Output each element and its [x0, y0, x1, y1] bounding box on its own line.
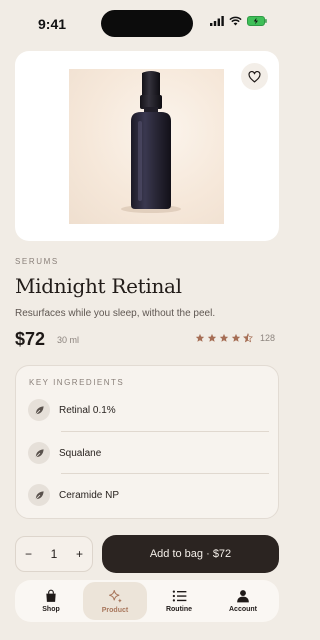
battery-icon [247, 16, 267, 26]
tab-shop[interactable]: Shop [19, 582, 83, 620]
status-time: 9:41 [38, 16, 67, 32]
tab-product[interactable]: Product [83, 582, 147, 620]
divider [61, 473, 269, 474]
product-image [69, 69, 224, 224]
star-icon [231, 333, 241, 342]
heart-icon [248, 70, 261, 82]
status-icons [210, 16, 267, 26]
wifi-icon [229, 16, 242, 26]
ingredient-label: Retinal 0.1% [59, 404, 116, 416]
tab-label: Shop [42, 606, 60, 613]
add-to-bag-button[interactable]: Add to bag · $72 [102, 535, 279, 573]
leaf-icon [28, 399, 50, 421]
star-icon [195, 333, 205, 342]
tab-routine[interactable]: Routine [147, 582, 211, 620]
leaf-icon [28, 442, 50, 464]
tab-label: Account [229, 606, 257, 613]
product-category: SERUMS [15, 257, 59, 266]
rating: 128 [195, 333, 275, 343]
leaf-icon [28, 484, 50, 506]
ingredient-item: Retinal 0.1% [28, 396, 268, 424]
quantity-stepper: − 1 + [15, 536, 93, 572]
dynamic-island [101, 10, 193, 37]
list-icon [172, 590, 186, 602]
product-hero [15, 51, 279, 241]
quantity-value: 1 [50, 547, 58, 561]
tab-label: Product [101, 606, 129, 614]
sparkle-icon [108, 589, 122, 603]
ingredients-heading: KEY INGREDIENTS [29, 378, 125, 387]
ingredient-label: Ceramide NP [59, 489, 120, 501]
status-bar: 9:41 [0, 0, 294, 46]
favorite-button[interactable] [241, 63, 268, 90]
half-star-icon [243, 333, 253, 343]
ingredient-label: Squalane [59, 447, 102, 459]
divider [61, 431, 269, 432]
shopping-bag-icon [46, 589, 56, 602]
product-subtitle: Resurfaces while you sleep, without the … [15, 308, 216, 319]
review-count: 128 [260, 333, 276, 343]
star-icon [207, 333, 217, 342]
product-title: Midnight Retinal [15, 274, 182, 298]
tab-account[interactable]: Account [211, 582, 275, 620]
increment-button[interactable]: + [76, 547, 83, 561]
signal-icon [210, 16, 224, 26]
decrement-button[interactable]: − [25, 547, 32, 561]
product-volume: 30 ml [57, 335, 80, 345]
ingredient-item: Squalane [28, 439, 268, 467]
product-price: $72 [15, 329, 46, 349]
tab-label: Routine [165, 606, 193, 613]
ingredient-item: Ceramide NP [28, 481, 268, 509]
star-icon [219, 333, 229, 342]
person-icon [237, 590, 249, 603]
tab-bar: Shop Product Routine Account [15, 580, 279, 622]
key-ingredients-card: KEY INGREDIENTS Retinal 0.1% Squalane Ce… [15, 365, 279, 519]
